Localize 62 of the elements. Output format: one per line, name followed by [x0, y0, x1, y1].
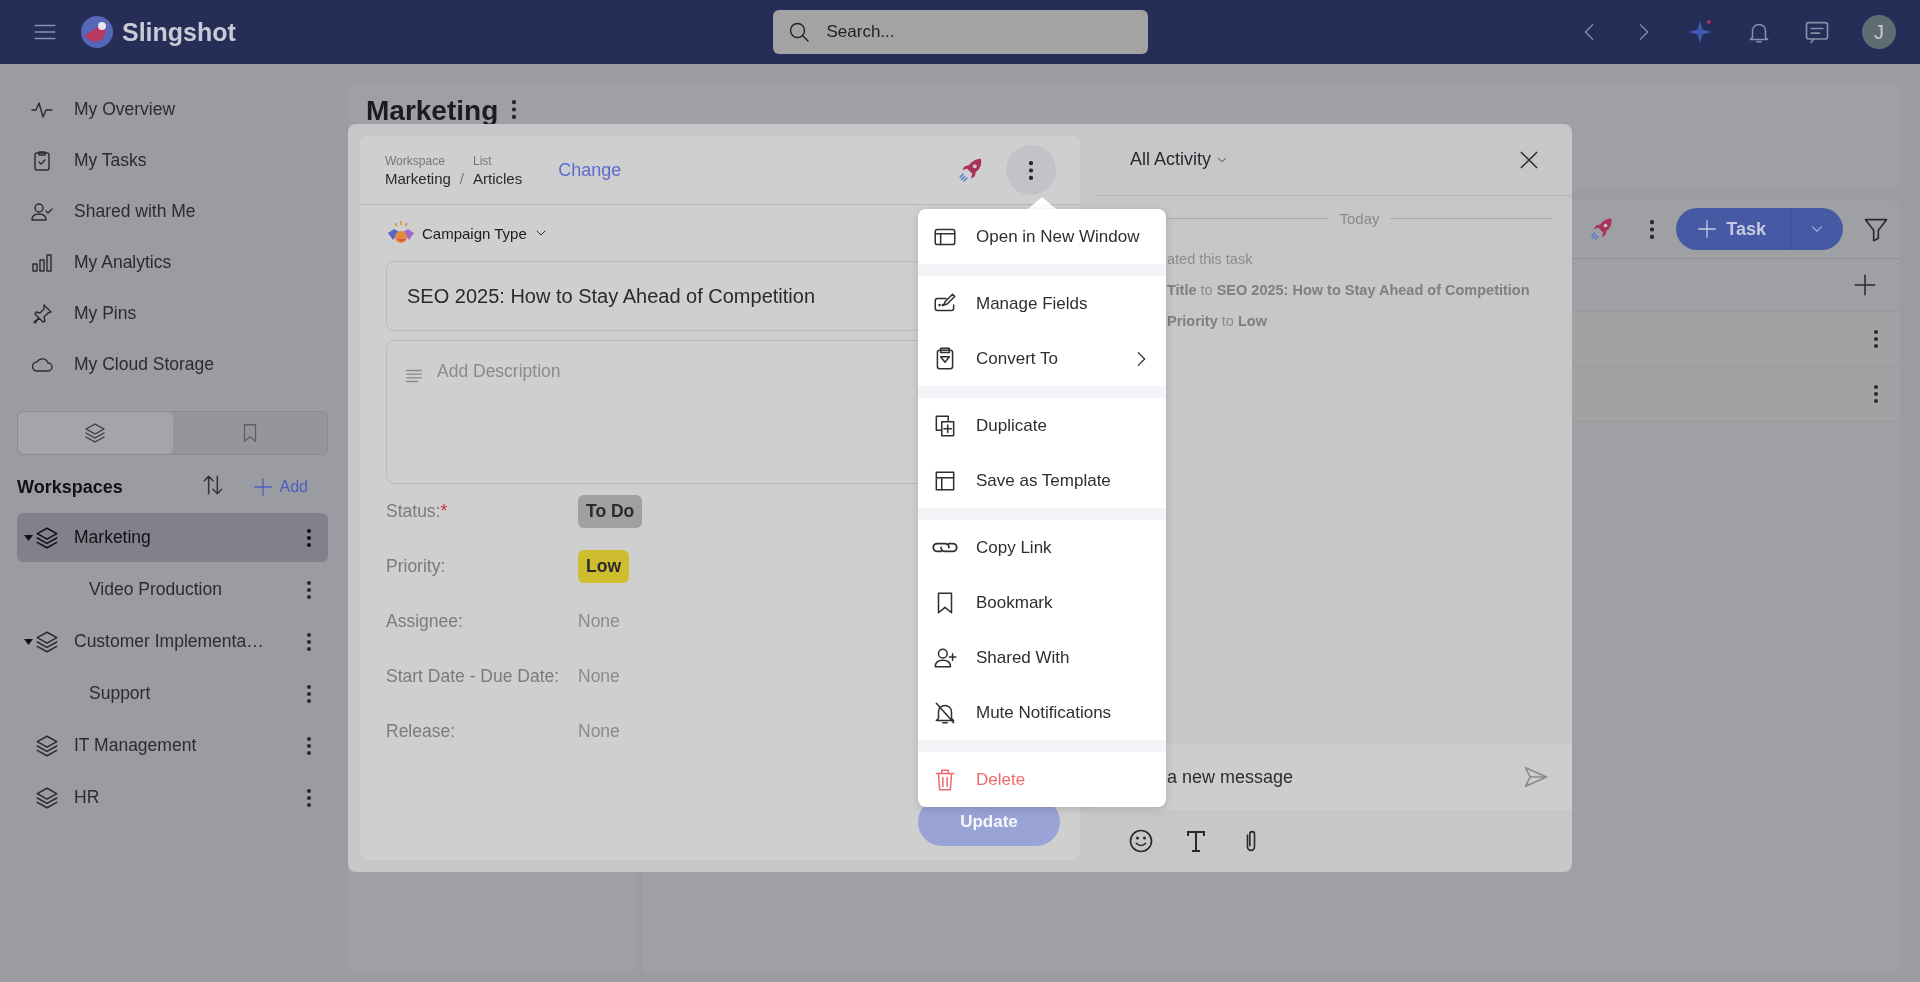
field-label: Start Date - Due Date:	[386, 666, 560, 687]
kebab-icon	[1029, 160, 1033, 180]
kebab-button[interactable]	[307, 528, 311, 547]
breadcrumb-separator: /	[459, 169, 465, 187]
emoji-icon[interactable]	[1127, 827, 1155, 855]
kebab-button[interactable]	[307, 632, 311, 651]
breadcrumb-item[interactable]: Marketing	[385, 169, 451, 187]
required-mark: *	[440, 501, 448, 522]
workspace-item[interactable]: HR	[17, 773, 328, 822]
field-badge[interactable]: Low	[578, 550, 629, 583]
menu-item[interactable]: Mute Notifications	[918, 685, 1166, 740]
workspace-item[interactable]: Marketing	[17, 513, 328, 562]
search-field[interactable]: Search...	[772, 10, 1148, 54]
nav-item[interactable]: My Tasks	[17, 135, 328, 186]
campaign-type-dropdown[interactable]: Campaign Type	[422, 224, 527, 242]
nav-item[interactable]: My Overview	[17, 84, 328, 135]
kebab-button[interactable]	[1874, 385, 1878, 403]
section-title: Workspaces	[17, 476, 124, 498]
field-label: Priority:	[386, 556, 446, 577]
kebab-button[interactable]	[307, 788, 311, 807]
text-format-icon[interactable]	[1185, 829, 1207, 853]
nav-item[interactable]: Shared with Me	[17, 186, 328, 237]
kebab-button[interactable]	[307, 684, 311, 703]
nav-item[interactable]: My Cloud Storage	[17, 339, 328, 390]
workspace-item[interactable]: Support	[17, 669, 328, 718]
field-label: Assignee:	[386, 611, 463, 632]
plus-icon	[251, 476, 274, 498]
kebab-button[interactable]	[1874, 330, 1878, 348]
activity-filter-dropdown[interactable]: All Activity	[1130, 149, 1212, 170]
field-label: Release:	[386, 721, 456, 742]
kebab-button[interactable]	[1650, 219, 1655, 239]
menu-item[interactable]: Bookmark	[918, 575, 1166, 630]
menu-item[interactable]: Copy Link	[918, 520, 1166, 575]
logo-icon	[80, 15, 114, 49]
breadcrumb-label: Workspace	[385, 153, 446, 168]
app-name: Slingshot	[122, 17, 236, 47]
breadcrumb-item[interactable]: Articles	[473, 169, 523, 187]
nav-item[interactable]: My Pins	[17, 288, 328, 339]
page-title: Marketing	[366, 94, 499, 128]
field-badge[interactable]: To Do	[578, 495, 643, 528]
user-avatar[interactable]: J	[1862, 15, 1896, 49]
kebab-button[interactable]	[307, 736, 311, 755]
menu-item[interactable]: Open in New Window	[918, 209, 1166, 264]
caret-icon[interactable]	[24, 534, 33, 541]
field-label: Status:	[386, 501, 441, 522]
kebab-button[interactable]	[512, 100, 517, 119]
kebab-button[interactable]	[307, 580, 311, 599]
activity-entry: Title to SEO 2025: How to Stay Ahead of Competition	[1166, 281, 1531, 300]
workspace-item[interactable]: Video Production	[17, 565, 328, 614]
activity-entry: ated this task	[1166, 250, 1254, 269]
nav-item[interactable]: My Analytics	[17, 237, 328, 288]
workspace-item[interactable]: IT Management	[17, 721, 328, 770]
breadcrumb-label: List	[473, 153, 493, 168]
activity-entry: Priority to Low	[1166, 312, 1268, 331]
add-icon[interactable]	[1852, 272, 1878, 298]
change-link[interactable]: Change	[558, 159, 622, 180]
date-divider: Today	[1339, 210, 1380, 227]
link-icon	[932, 542, 958, 553]
menu-item[interactable]: Shared With	[918, 630, 1166, 685]
workspace-item[interactable]: Customer Implementa…	[17, 617, 328, 666]
caret-icon[interactable]	[24, 638, 33, 645]
plus-icon	[1696, 218, 1719, 240]
